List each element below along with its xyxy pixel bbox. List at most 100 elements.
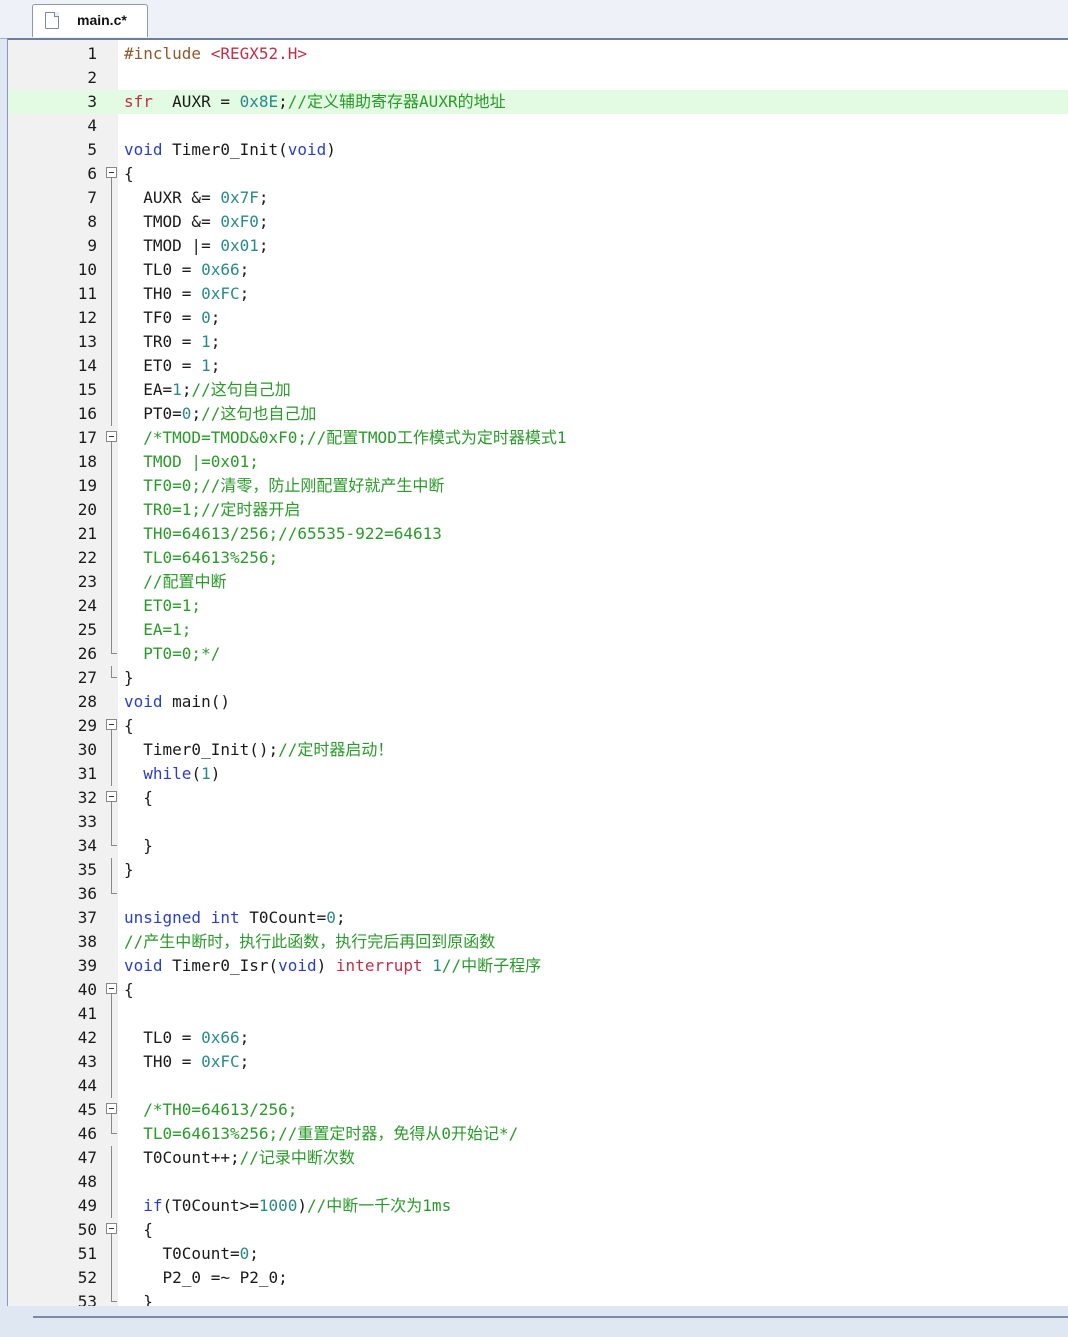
code-line[interactable]: 21 TH0=64613/256;//65535-922=64613 — [8, 522, 1068, 546]
code-line[interactable]: 43 TH0 = 0xFC; — [8, 1050, 1068, 1074]
line-number: 33 — [77, 812, 97, 831]
line-number: 30 — [77, 740, 97, 759]
code-text: TMOD |=0x01; — [124, 450, 259, 474]
fold-collapse-icon[interactable] — [106, 1098, 120, 1122]
line-number: 43 — [77, 1052, 97, 1071]
code-line[interactable]: 3 sfr AUXR = 0x8E;//定义辅助寄存器AUXR的地址 — [8, 90, 1068, 114]
code-line[interactable]: 31 while(1) — [8, 762, 1068, 786]
code-line[interactable]: 30 Timer0_Init();//定时器启动！ — [8, 738, 1068, 762]
code-text: /*TMOD=TMOD&0xF0;//配置TMOD工作模式为定时器模式1 — [124, 426, 566, 450]
code-token: sfr — [124, 92, 153, 111]
line-number: 3 — [87, 92, 97, 111]
code-line[interactable]: 45 /*TH0=64613/256; — [8, 1098, 1068, 1122]
fold-collapse-icon[interactable] — [106, 978, 120, 1002]
code-line[interactable]: 50 { — [8, 1218, 1068, 1242]
fold-collapse-icon[interactable] — [106, 1218, 120, 1242]
code-line[interactable]: 22 TL0=64613%256; — [8, 546, 1068, 570]
code-line[interactable]: 5 void Timer0_Init(void) — [8, 138, 1068, 162]
code-line[interactable]: 29 { — [8, 714, 1068, 738]
code-line[interactable]: 33 — [8, 810, 1068, 834]
line-number: 47 — [77, 1148, 97, 1167]
code-line[interactable]: 2 — [8, 66, 1068, 90]
code-line[interactable]: 46 TL0=64613%256;//重置定时器，免得从0开始记*/ — [8, 1122, 1068, 1146]
code-token: ET0 = — [124, 356, 202, 375]
code-line[interactable]: 35} — [8, 858, 1068, 882]
code-line[interactable]: 8 TMOD &= 0xF0; — [8, 210, 1068, 234]
code-line[interactable]: 32 { — [8, 786, 1068, 810]
code-line[interactable]: 27} — [8, 666, 1068, 690]
code-line[interactable]: 9 TMOD |= 0x01; — [8, 234, 1068, 258]
line-number: 24 — [77, 596, 97, 615]
fold-guide-line — [106, 282, 120, 306]
fold-guide-line — [106, 330, 120, 354]
code-line[interactable]: 12 TF0 = 0; — [8, 306, 1068, 330]
line-number: 41 — [77, 1004, 97, 1023]
code-token: TR0=1;//定时器开启 — [124, 500, 301, 519]
code-line[interactable]: 51 T0Count=0; — [8, 1242, 1068, 1266]
code-token: Timer0_Isr( — [162, 956, 279, 975]
fold-collapse-icon[interactable] — [106, 162, 120, 186]
code-text: Timer0_Init();//定时器启动！ — [124, 738, 393, 762]
code-line[interactable]: 47 T0Count++;//记录中断次数 — [8, 1146, 1068, 1170]
code-text: PT0=0;//这句也自己加 — [124, 402, 316, 426]
fold-guide-line — [106, 1242, 120, 1266]
code-line[interactable]: 49 if(T0Count>=1000)//中断一千次为1ms — [8, 1194, 1068, 1218]
code-editor[interactable]: 1 #include <REGX52.H> 2 3 sfr AUXR = 0x8E;//… — [7, 38, 1068, 1308]
code-line[interactable]: 26 PT0=0;*/ — [8, 642, 1068, 666]
code-line[interactable]: 25 EA=1; — [8, 618, 1068, 642]
code-line[interactable]: 52 P2_0 =~ P2_0; — [8, 1266, 1068, 1290]
code-text: EA=1; — [124, 618, 191, 642]
code-line[interactable]: 19 TF0=0;//清零，防止刚配置好就产生中断 — [8, 474, 1068, 498]
code-text: //产生中断时，执行此函数，执行完后再回到原函数 — [124, 930, 495, 954]
code-line[interactable]: 38 //产生中断时，执行此函数，执行完后再回到原函数 — [8, 930, 1068, 954]
fold-collapse-icon[interactable] — [106, 426, 120, 450]
code-token: void — [287, 140, 327, 159]
code-token: //这句自己加 — [191, 380, 291, 399]
code-line[interactable]: 15 EA=1;//这句自己加 — [8, 378, 1068, 402]
code-line[interactable]: 41 — [8, 1002, 1068, 1026]
code-line[interactable]: 20 TR0=1;//定时器开启 — [8, 498, 1068, 522]
code-token: //配置中断 — [124, 572, 227, 591]
code-line[interactable]: 36 — [8, 882, 1068, 906]
line-number: 14 — [77, 356, 97, 375]
line-number: 4 — [87, 116, 97, 135]
code-line[interactable]: 48 — [8, 1170, 1068, 1194]
fold-collapse-icon[interactable] — [106, 786, 120, 810]
code-line[interactable]: 13 TR0 = 1; — [8, 330, 1068, 354]
code-line[interactable]: 6{ — [8, 162, 1068, 186]
code-token: TL0 = — [124, 260, 202, 279]
code-line[interactable]: 44 — [8, 1074, 1068, 1098]
code-line[interactable]: 39 void Timer0_Isr(void) interrupt 1//中断子… — [8, 954, 1068, 978]
line-number: 44 — [77, 1076, 97, 1095]
code-line[interactable]: 17 /*TMOD=TMOD&0xF0;//配置TMOD工作模式为定时器模式1 — [8, 426, 1068, 450]
code-line[interactable]: 37 unsigned int T0Count=0; — [8, 906, 1068, 930]
code-line[interactable]: 11 TH0 = 0xFC; — [8, 282, 1068, 306]
code-line[interactable]: 18 TMOD |=0x01; — [8, 450, 1068, 474]
line-number: 37 — [77, 908, 97, 927]
fold-collapse-icon[interactable] — [106, 714, 120, 738]
line-number: 10 — [77, 260, 97, 279]
code-line[interactable]: 23 //配置中断 — [8, 570, 1068, 594]
line-number: 38 — [77, 932, 97, 951]
tab-main-c[interactable]: main.c* — [32, 4, 148, 37]
code-line[interactable]: 34 } — [8, 834, 1068, 858]
code-token: //中断子程序 — [441, 956, 542, 975]
horizontal-scrollbar[interactable] — [33, 1316, 1068, 1318]
line-number: 26 — [77, 644, 97, 663]
code-line[interactable]: 16 PT0=0;//这句也自己加 — [8, 402, 1068, 426]
code-line[interactable]: 42 TL0 = 0x66; — [8, 1026, 1068, 1050]
code-line[interactable]: 28 void main() — [8, 690, 1068, 714]
code-line[interactable]: 14 ET0 = 1; — [8, 354, 1068, 378]
code-token: 0xF0 — [220, 212, 259, 231]
code-line[interactable]: 24 ET0=1; — [8, 594, 1068, 618]
code-line[interactable]: 10 TL0 = 0x66; — [8, 258, 1068, 282]
code-token: 0x66 — [201, 1028, 240, 1047]
code-line[interactable]: 40 { — [8, 978, 1068, 1002]
code-token: { — [124, 164, 134, 183]
line-number: 21 — [77, 524, 97, 543]
code-line[interactable]: 4 — [8, 114, 1068, 138]
code-line[interactable]: 7 AUXR &= 0x7F; — [8, 186, 1068, 210]
code-line[interactable]: 1 #include <REGX52.H> — [8, 42, 1068, 66]
code-token: 1 — [201, 764, 211, 783]
